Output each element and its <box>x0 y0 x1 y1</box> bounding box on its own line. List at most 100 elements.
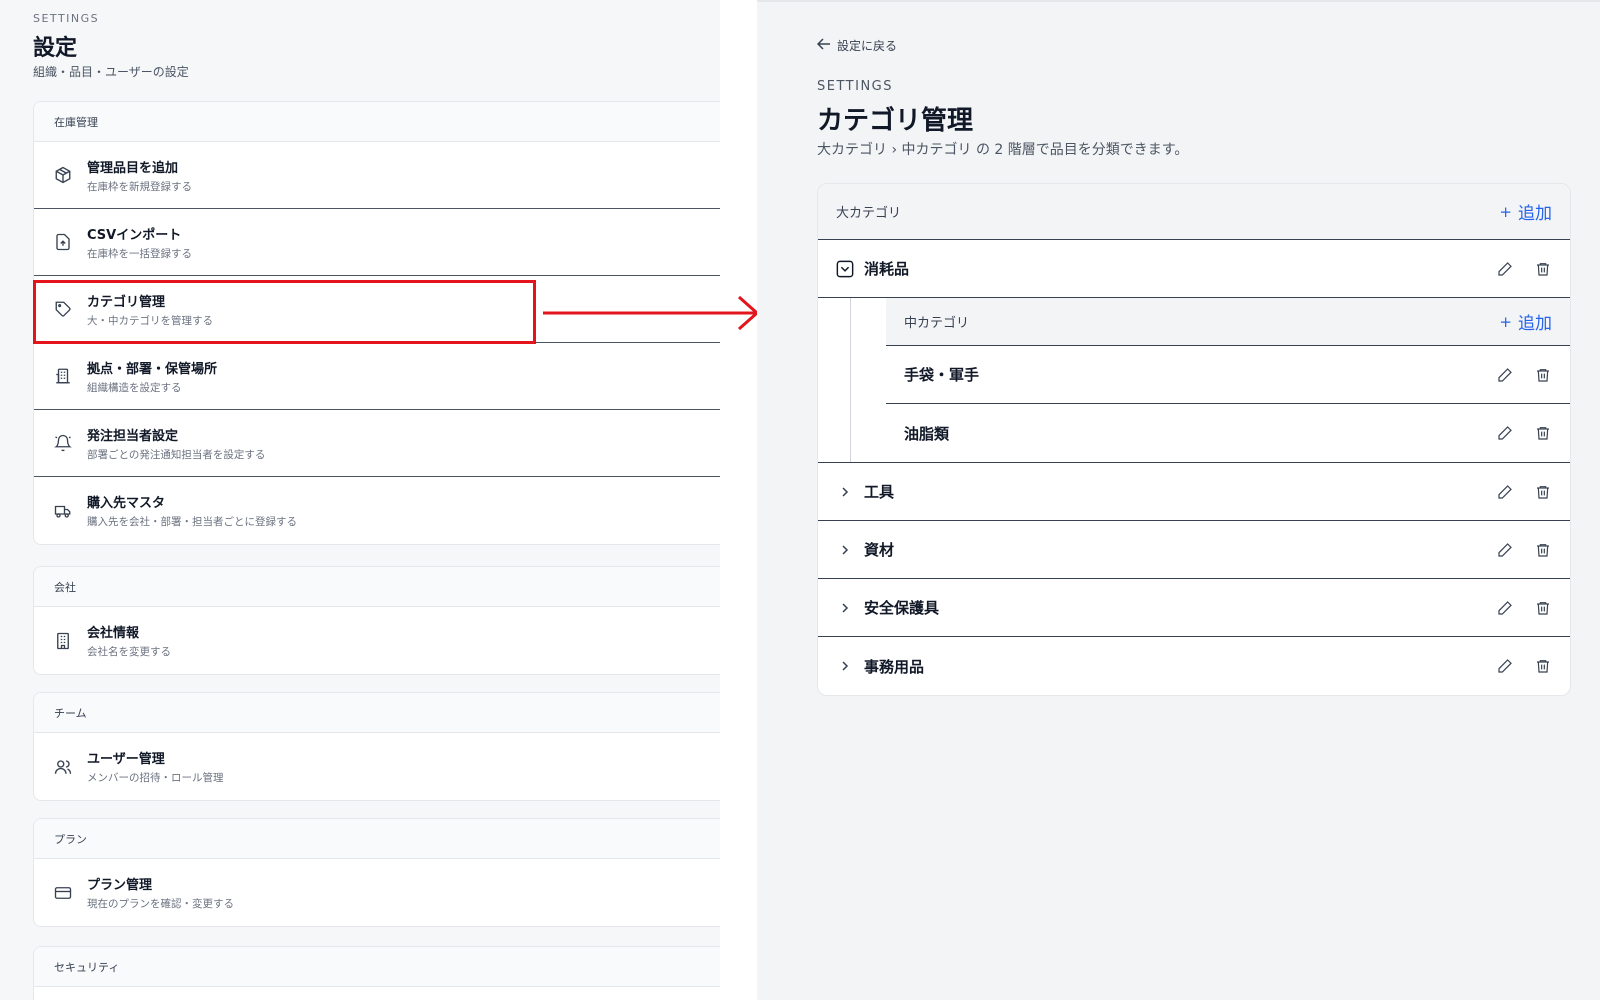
trash-icon[interactable] <box>1534 599 1552 617</box>
settings-item-plan-management[interactable]: プラン管理 現在のプランを確認・変更する <box>34 859 720 926</box>
trash-icon[interactable] <box>1534 260 1552 278</box>
section-security: セキュリティ <box>33 946 720 1000</box>
item-title: 発注担当者設定 <box>87 428 179 444</box>
page-subtitle: 組織・品目・ユーザーの設定 <box>33 65 189 79</box>
category-row[interactable]: 工具 <box>818 463 1570 521</box>
settings-item-order-manager[interactable]: 発注担当者設定 部署ごとの発注通知担当者を設定する <box>34 410 720 477</box>
category-row[interactable]: 資材 <box>818 521 1570 579</box>
trash-icon[interactable] <box>1534 424 1552 442</box>
back-label: 設定に戻る <box>837 39 898 53</box>
item-title: 管理品目を追加 <box>87 160 179 176</box>
users-icon <box>53 757 73 777</box>
major-category-header: 大カテゴリ + 追加 <box>818 184 1570 240</box>
file-upload-icon <box>53 232 73 252</box>
section-heading: 在庫管理 <box>34 102 720 142</box>
trash-icon[interactable] <box>1534 657 1552 675</box>
chevron-right-icon[interactable] <box>836 483 854 501</box>
sub-category-group: 中カテゴリ + 追加 手袋・軍手 油脂類 <box>818 298 1570 463</box>
category-row[interactable]: 安全保護具 <box>818 579 1570 637</box>
edit-pencil-icon[interactable] <box>1496 483 1514 501</box>
page-subtitle: 大カテゴリ › 中カテゴリ の 2 階層で品目を分類できます。 <box>817 142 1189 158</box>
section-heading: 会社 <box>34 567 720 607</box>
item-title: CSVインポート <box>87 227 182 243</box>
building-icon <box>53 366 73 386</box>
chevron-right-icon[interactable] <box>836 599 854 617</box>
tree-line <box>850 298 851 462</box>
section-plan: プラン プラン管理 現在のプランを確認・変更する <box>33 818 720 927</box>
arrow-right-icon <box>543 295 760 331</box>
major-category-label: 大カテゴリ <box>836 206 902 221</box>
item-desc: 組織構造を設定する <box>87 381 182 394</box>
section-heading: セキュリティ <box>34 947 720 987</box>
add-label: 追加 <box>1518 204 1552 224</box>
category-management-page: 設定に戻る SETTINGS カテゴリ管理 大カテゴリ › 中カテゴリ の 2 … <box>757 0 1600 1000</box>
section-company: 会社 会社情報 会社名を変更する <box>33 566 720 675</box>
sub-category-name: 手袋・軍手 <box>904 366 980 384</box>
category-name: 事務用品 <box>864 657 925 676</box>
item-title: プラン管理 <box>87 878 153 893</box>
plus-icon: + <box>1499 312 1512 331</box>
section-heading: チーム <box>34 693 720 733</box>
section-heading: プラン <box>34 819 720 859</box>
category-name: 消耗品 <box>864 260 910 278</box>
item-title: 拠点・部署・保管場所 <box>87 361 218 377</box>
add-label: 追加 <box>1518 314 1552 334</box>
edit-pencil-icon[interactable] <box>1496 366 1514 384</box>
item-title: 購入先マスタ <box>87 496 166 511</box>
chevron-right-icon[interactable] <box>836 657 854 675</box>
page-title: 設定 <box>33 36 78 61</box>
edit-pencil-icon[interactable] <box>1496 260 1514 278</box>
edit-pencil-icon[interactable] <box>1496 657 1514 675</box>
chevron-right-icon[interactable] <box>836 541 854 559</box>
settings-item-csv-import[interactable]: CSVインポート 在庫枠を一括登録する <box>34 209 720 276</box>
category-name: 安全保護具 <box>864 599 940 617</box>
item-desc: 現在のプランを確認・変更する <box>87 898 234 910</box>
edit-pencil-icon[interactable] <box>1496 424 1514 442</box>
back-link[interactable]: 設定に戻る <box>816 37 898 54</box>
truck-icon <box>53 501 73 521</box>
sub-category-row[interactable]: 油脂類 <box>886 404 1570 462</box>
edit-pencil-icon[interactable] <box>1496 599 1514 617</box>
item-desc: 会社名を変更する <box>87 646 171 658</box>
category-name: 工具 <box>864 483 895 501</box>
item-title: 会社情報 <box>87 626 140 641</box>
page-eyebrow: SETTINGS <box>817 79 894 94</box>
chevron-down-icon[interactable] <box>836 260 854 278</box>
sub-category-row[interactable]: 手袋・軍手 <box>886 346 1570 404</box>
add-major-category-button[interactable]: + 追加 <box>1499 199 1552 225</box>
settings-page: SETTINGS 設定 組織・品目・ユーザーの設定 在庫管理 管理品目を追加 在… <box>0 0 720 1000</box>
settings-item-add-item[interactable]: 管理品目を追加 在庫枠を新規登録する <box>34 142 720 209</box>
settings-item-company-info[interactable]: 会社情報 会社名を変更する <box>34 607 720 674</box>
item-desc: 購入先を会社・部署・担当者ごとに登録する <box>87 516 297 528</box>
screenshot-stage: SETTINGS 設定 組織・品目・ユーザーの設定 在庫管理 管理品目を追加 在… <box>0 0 1600 1000</box>
item-desc: 在庫枠を新規登録する <box>87 180 192 193</box>
item-title: ユーザー管理 <box>87 752 165 767</box>
trash-icon[interactable] <box>1534 541 1552 559</box>
category-row[interactable]: 事務用品 <box>818 637 1570 695</box>
box-icon <box>53 165 73 185</box>
settings-item-locations[interactable]: 拠点・部署・保管場所 組織構造を設定する <box>34 343 720 410</box>
page-title: カテゴリ管理 <box>817 106 974 136</box>
arrow-left-icon <box>816 38 831 53</box>
category-name: 資材 <box>864 541 895 559</box>
item-desc: メンバーの招待・ロール管理 <box>87 772 224 784</box>
office-icon <box>53 631 73 651</box>
highlight-box <box>33 280 536 344</box>
category-row-expanded[interactable]: 消耗品 <box>818 240 1570 298</box>
add-sub-category-button[interactable]: + 追加 <box>1499 309 1552 335</box>
settings-item-user-management[interactable]: ユーザー管理 メンバーの招待・ロール管理 <box>34 733 720 800</box>
section-team: チーム ユーザー管理 メンバーの招待・ロール管理 <box>33 692 720 801</box>
item-desc: 部署ごとの発注通知担当者を設定する <box>87 448 266 461</box>
category-card: 大カテゴリ + 追加 消耗品 中カテゴリ + 追加 手袋・軍手 油脂類 工具 資… <box>817 183 1571 696</box>
page-eyebrow: SETTINGS <box>33 12 100 25</box>
settings-item-suppliers[interactable]: 購入先マスタ 購入先を会社・部署・担当者ごとに登録する <box>34 477 720 544</box>
sub-category-label: 中カテゴリ <box>904 316 970 331</box>
bell-icon <box>53 433 73 453</box>
sub-category-name: 油脂類 <box>904 424 950 443</box>
item-desc: 在庫枠を一括登録する <box>87 247 192 260</box>
trash-icon[interactable] <box>1534 483 1552 501</box>
trash-icon[interactable] <box>1534 366 1552 384</box>
edit-pencil-icon[interactable] <box>1496 541 1514 559</box>
credit-card-icon <box>53 883 73 903</box>
plus-icon: + <box>1499 202 1512 221</box>
